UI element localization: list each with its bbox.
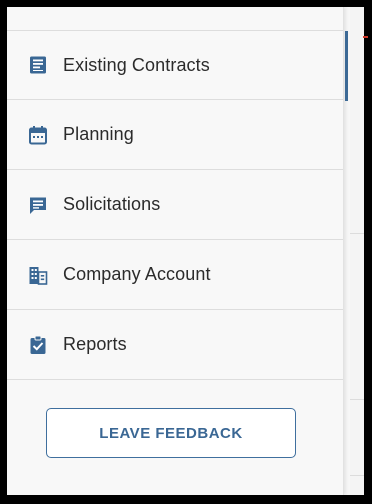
page-background <box>350 7 364 495</box>
page-divider <box>350 233 364 234</box>
menu-item-planning[interactable]: Planning <box>7 100 343 170</box>
menu-item-reports[interactable]: Reports <box>7 310 343 380</box>
menu-item-label: Reports <box>63 334 127 354</box>
page-divider <box>350 399 364 400</box>
menu-item-label: Planning <box>63 124 134 144</box>
navigation-menu: Existing Contracts Planning Solicitation… <box>7 7 348 495</box>
cursor-marker <box>363 36 368 38</box>
menu-item-existing-contracts[interactable]: Existing Contracts <box>7 30 348 101</box>
calendar-icon <box>27 124 49 146</box>
page-divider <box>350 475 364 476</box>
menu-item-label: Company Account <box>63 264 211 284</box>
leave-feedback-button[interactable]: LEAVE FEEDBACK <box>46 408 296 458</box>
menu-item-label: Solicitations <box>63 194 161 214</box>
screenshot-frame: Existing Contracts Planning Solicitation… <box>0 0 372 504</box>
chat-list-icon <box>27 194 49 216</box>
menu-item-solicitations[interactable]: Solicitations <box>7 170 343 240</box>
building-icon <box>27 264 49 286</box>
clipboard-check-icon <box>27 334 49 356</box>
menu-item-company-account[interactable]: Company Account <box>7 240 343 310</box>
menu-item-label: Existing Contracts <box>63 54 210 75</box>
contract-list-icon <box>27 54 49 76</box>
